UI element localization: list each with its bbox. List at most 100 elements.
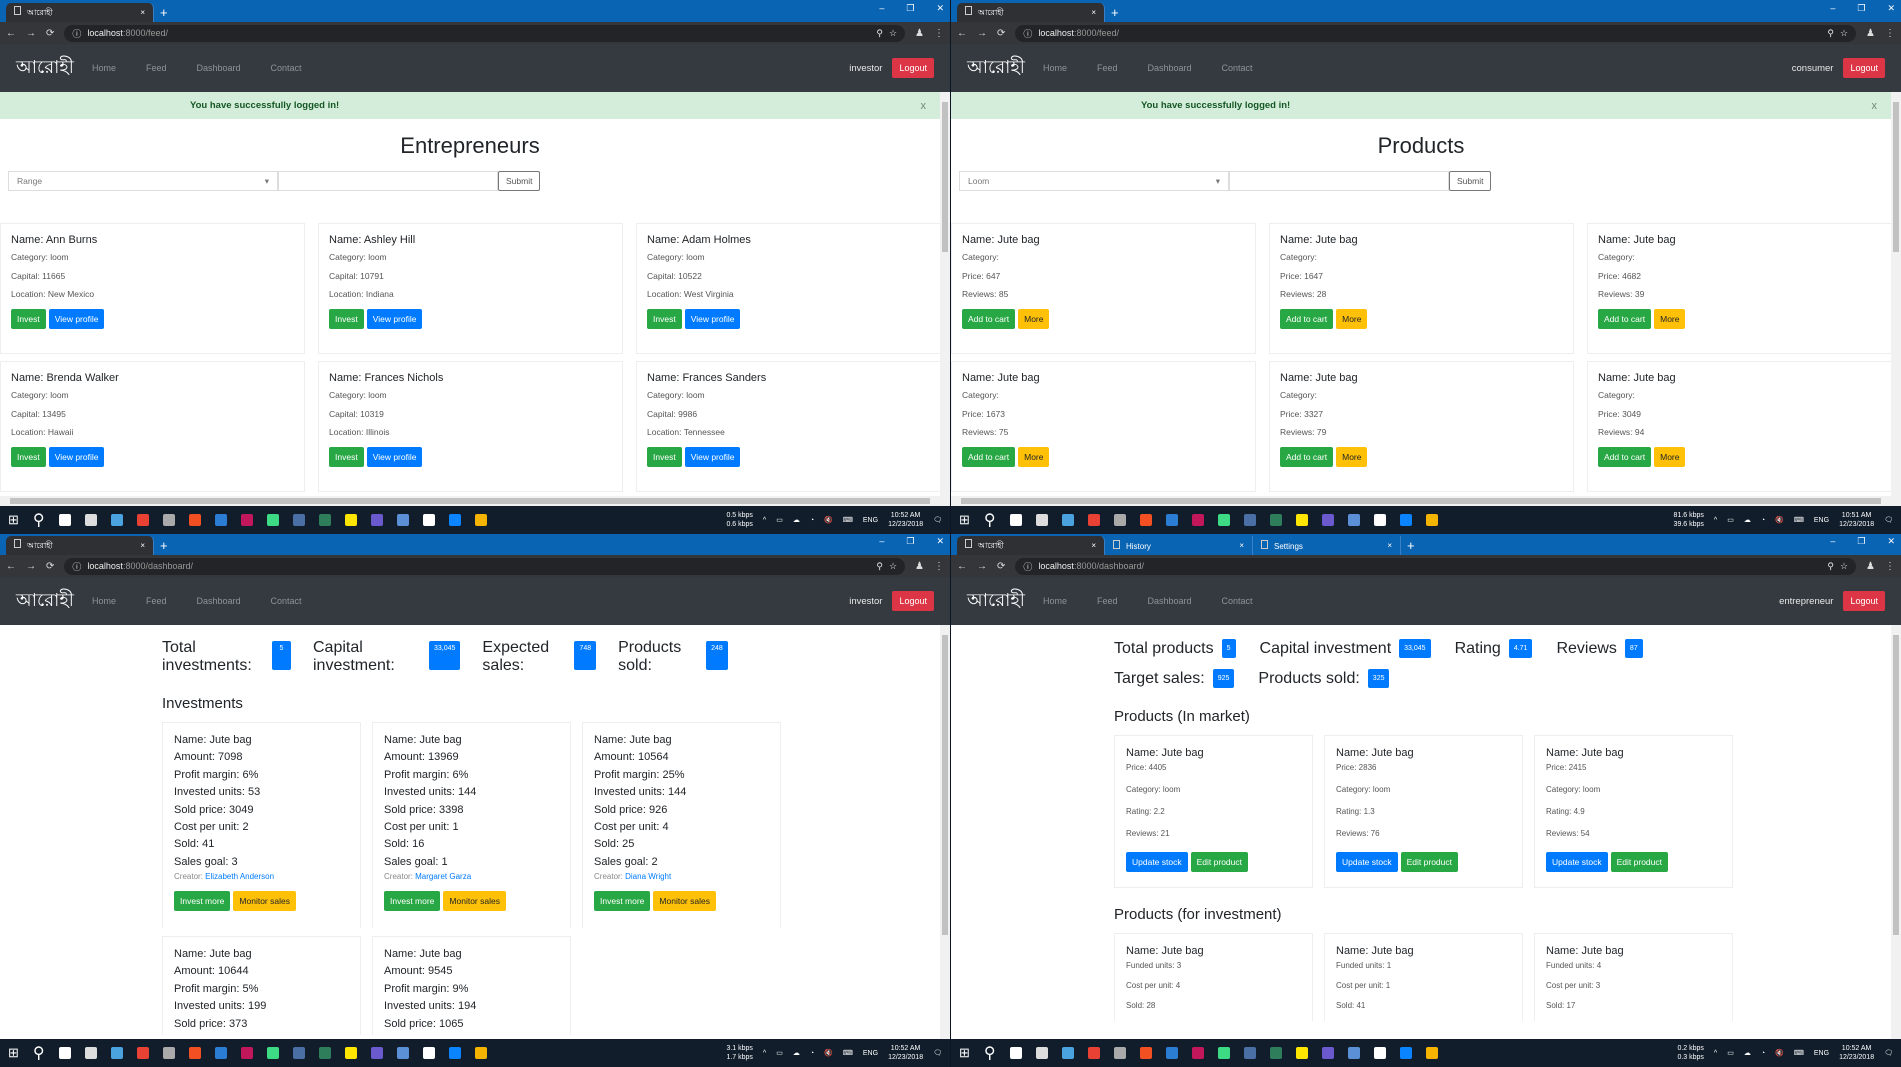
- monitor-sales-button[interactable]: Monitor sales: [443, 891, 506, 912]
- add-to-cart-button[interactable]: Add to cart: [1280, 446, 1334, 467]
- notifications-icon[interactable]: 🗨: [933, 1049, 942, 1057]
- taskbar-app-icon[interactable]: [396, 1047, 409, 1059]
- taskbar-app-icon[interactable]: [1139, 1047, 1152, 1059]
- taskbar-app-icon[interactable]: [240, 514, 253, 526]
- filter-select[interactable]: Loom ▾: [959, 171, 1229, 191]
- view-profile-button[interactable]: View profile: [48, 446, 105, 467]
- taskbar-app-icon[interactable]: [1373, 514, 1386, 526]
- language-indicator[interactable]: ENG: [1814, 517, 1829, 524]
- taskbar-app-icon[interactable]: [110, 1047, 123, 1059]
- taskbar-app-icon[interactable]: [1009, 514, 1022, 526]
- taskbar-app-icon[interactable]: [370, 1047, 383, 1059]
- taskbar-app-icon[interactable]: [344, 1047, 357, 1059]
- info-icon[interactable]: ⓘ: [72, 27, 81, 40]
- volume-muted-icon[interactable]: 🔇: [824, 1049, 833, 1057]
- close-tab-icon[interactable]: ×: [1091, 8, 1096, 17]
- keyboard-icon[interactable]: ⌨: [1794, 516, 1804, 524]
- keyboard-icon[interactable]: ⌨: [1794, 1049, 1804, 1057]
- nav-link-home[interactable]: Home: [92, 63, 116, 73]
- filter-input[interactable]: [1229, 171, 1449, 191]
- extension-icon[interactable]: ♟: [1866, 28, 1875, 39]
- taskbar-app-icon[interactable]: [1061, 514, 1074, 526]
- vertical-scrollbar[interactable]: [940, 92, 950, 506]
- restore-icon[interactable]: ❐: [906, 536, 914, 547]
- minimize-icon[interactable]: –: [1830, 536, 1835, 547]
- more-button[interactable]: More: [1018, 446, 1050, 467]
- close-tab-icon[interactable]: ×: [1387, 541, 1392, 550]
- add-to-cart-button[interactable]: Add to cart: [1598, 446, 1652, 467]
- start-icon[interactable]: ⊞: [8, 512, 19, 528]
- menu-icon[interactable]: ⋮: [1885, 561, 1895, 572]
- taskbar-app-icon[interactable]: [448, 514, 461, 526]
- nav-link-home[interactable]: Home: [1043, 596, 1067, 606]
- more-button[interactable]: More: [1336, 308, 1368, 329]
- taskbar-app-icon[interactable]: [1217, 1047, 1230, 1059]
- taskbar-app-icon[interactable]: [318, 1047, 331, 1059]
- taskbar-app-icon[interactable]: [1321, 514, 1334, 526]
- cloud-icon[interactable]: ☁: [793, 1049, 800, 1057]
- close-tab-icon[interactable]: ×: [1239, 541, 1244, 550]
- invest-button[interactable]: Invest: [329, 308, 364, 329]
- taskbar-app-icon[interactable]: [1373, 1047, 1386, 1059]
- bookmark-star-icon[interactable]: ☆: [889, 28, 897, 39]
- chevron-up-icon[interactable]: ^: [763, 1050, 766, 1057]
- taskbar-app-icon[interactable]: [188, 1047, 201, 1059]
- clock[interactable]: 10:52 AM 12/23/2018: [888, 511, 923, 529]
- zoom-icon[interactable]: ⚲: [1827, 28, 1834, 39]
- clock[interactable]: 10:52 AM 12/23/2018: [1839, 1044, 1874, 1062]
- notifications-icon[interactable]: 🗨: [933, 516, 942, 524]
- taskbar-app-icon[interactable]: [1061, 1047, 1074, 1059]
- search-icon[interactable]: ⚲: [984, 1043, 996, 1063]
- battery-icon[interactable]: ▭: [776, 516, 783, 524]
- new-tab-button[interactable]: +: [1111, 3, 1119, 22]
- url-field[interactable]: ⓘ localhost:8000/dashboard/ ⚲ ☆: [64, 557, 906, 575]
- new-tab-button[interactable]: +: [1407, 536, 1415, 555]
- taskbar-app-icon[interactable]: [1217, 514, 1230, 526]
- notifications-icon[interactable]: 🗨: [1884, 1049, 1893, 1057]
- restore-icon[interactable]: ❐: [906, 3, 914, 14]
- taskbar-app-icon[interactable]: [162, 1047, 175, 1059]
- reload-icon[interactable]: ⟳: [46, 561, 54, 572]
- taskbar-app-icon[interactable]: [1113, 1047, 1126, 1059]
- clock[interactable]: 10:51 AM 12/23/2018: [1839, 511, 1874, 529]
- logout-button[interactable]: Logout: [1843, 591, 1885, 611]
- bookmark-star-icon[interactable]: ☆: [1840, 561, 1848, 572]
- search-icon[interactable]: ⚲: [33, 510, 45, 530]
- cloud-icon[interactable]: ☁: [793, 516, 800, 524]
- horizontal-scrollbar[interactable]: [0, 496, 940, 506]
- nav-link-dashboard[interactable]: Dashboard: [197, 63, 241, 73]
- nav-link-feed[interactable]: Feed: [1097, 63, 1118, 73]
- wifi-icon[interactable]: ◔: [1761, 1050, 1765, 1057]
- reload-icon[interactable]: ⟳: [46, 28, 54, 39]
- browser-tab[interactable]: আরোহী ×: [957, 536, 1105, 555]
- taskbar-app-icon[interactable]: [292, 514, 305, 526]
- taskbar-app-icon[interactable]: [422, 1047, 435, 1059]
- chevron-up-icon[interactable]: ^: [1714, 517, 1717, 524]
- invest-button[interactable]: Invest: [647, 308, 682, 329]
- horizontal-scrollbar[interactable]: [951, 496, 1891, 506]
- monitor-sales-button[interactable]: Monitor sales: [233, 891, 296, 912]
- filter-select[interactable]: Range ▾: [8, 171, 278, 191]
- taskbar-app-icon[interactable]: [188, 514, 201, 526]
- view-profile-button[interactable]: View profile: [366, 308, 423, 329]
- update-stock-button[interactable]: Update stock: [1546, 852, 1608, 872]
- edit-product-button[interactable]: Edit product: [1190, 852, 1248, 872]
- taskbar-app-icon[interactable]: [266, 514, 279, 526]
- close-tab-icon[interactable]: ×: [140, 8, 145, 17]
- url-field[interactable]: ⓘ localhost:8000/dashboard/ ⚲ ☆: [1015, 557, 1857, 575]
- scrollbar-thumb[interactable]: [961, 498, 1881, 504]
- edit-product-button[interactable]: Edit product: [1610, 852, 1668, 872]
- scrollbar-thumb[interactable]: [942, 102, 948, 252]
- taskbar-app-icon[interactable]: [1243, 1047, 1256, 1059]
- view-profile-button[interactable]: View profile: [366, 446, 423, 467]
- nav-link-feed[interactable]: Feed: [146, 596, 167, 606]
- forward-icon[interactable]: →: [26, 561, 36, 572]
- logout-button[interactable]: Logout: [1843, 58, 1885, 78]
- taskbar-app-icon[interactable]: [136, 1047, 149, 1059]
- nav-link-home[interactable]: Home: [1043, 63, 1067, 73]
- extension-icon[interactable]: ♟: [915, 28, 924, 39]
- more-button[interactable]: More: [1654, 308, 1686, 329]
- taskbar-app-icon[interactable]: [1035, 1047, 1048, 1059]
- logout-button[interactable]: Logout: [892, 591, 934, 611]
- invest-button[interactable]: Invest: [11, 446, 46, 467]
